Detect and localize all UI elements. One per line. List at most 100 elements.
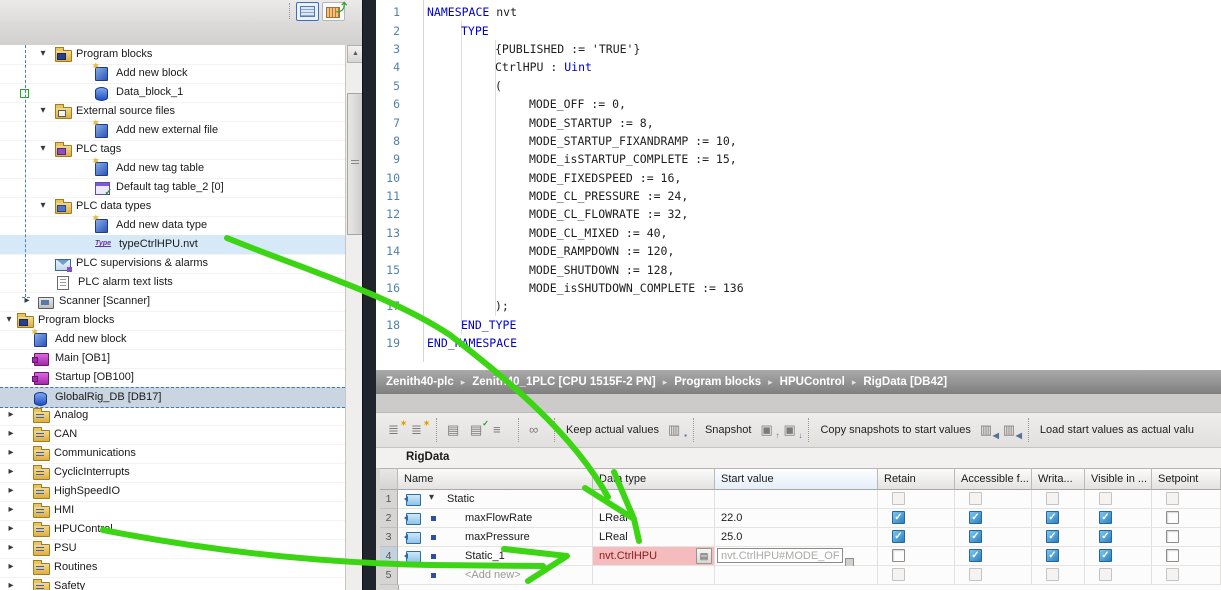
- copy-snapshot-down-icon[interactable]: ▣↓: [781, 422, 800, 438]
- keep-actual-values-lock-icon[interactable]: ▥▪: [666, 422, 685, 438]
- insert-row-icon[interactable]: ≣✶: [386, 422, 405, 438]
- copy-all-snapshots-to-start-icon[interactable]: ▥◀: [1001, 422, 1020, 438]
- accessible-checkbox[interactable]: ✓: [969, 549, 982, 562]
- name-cell[interactable]: Static_1: [398, 547, 593, 566]
- retain-checkbox[interactable]: [892, 549, 905, 562]
- expand-arrow-icon[interactable]: ▸: [6, 523, 16, 534]
- collapse-arrow-icon[interactable]: ▾: [38, 48, 48, 59]
- add-row-icon[interactable]: ≣✶: [409, 422, 428, 438]
- tree-item-default-tag-table-2-0[interactable]: Default tag table_2 [0]: [0, 178, 345, 198]
- expand-arrow-icon[interactable]: ▸: [6, 561, 16, 572]
- tree-item-data-block-1[interactable]: Data_block_1: [0, 83, 345, 103]
- tree-item-main-ob1[interactable]: Main [OB1]: [0, 349, 345, 369]
- column-header-blank[interactable]: [380, 468, 398, 490]
- tree-item-program-blocks[interactable]: ▾Program blocks: [0, 311, 345, 331]
- expand-arrow-icon[interactable]: ▸: [6, 580, 16, 590]
- collapse-arrow-icon[interactable]: ▾: [38, 105, 48, 116]
- keep-actual-value-icon[interactable]: ▤: [445, 422, 464, 438]
- accessible-checkbox[interactable]: ✓: [969, 530, 982, 543]
- start-value-cell[interactable]: [715, 547, 878, 566]
- column-header-visible-in[interactable]: Visible in ...: [1085, 468, 1152, 490]
- expand-arrow-icon[interactable]: ▸: [6, 428, 16, 439]
- tree-item-plc-alarm-text-lists[interactable]: PLC alarm text lists: [0, 273, 345, 293]
- code-line-10[interactable]: 10MODE_FIXEDSPEED := 16,: [376, 169, 1221, 187]
- code-line-13[interactable]: 13MODE_CL_MIXED := 40,: [376, 224, 1221, 242]
- start-value-cell[interactable]: [715, 566, 878, 585]
- column-header-start-value[interactable]: Start value: [715, 468, 878, 490]
- monitor-all-icon[interactable]: ∞: [527, 422, 546, 438]
- name-cell[interactable]: <Add new>: [398, 566, 593, 585]
- setpoint-checkbox[interactable]: [1166, 511, 1179, 524]
- code-line-14[interactable]: 14MODE_RAMPDOWN := 120,: [376, 242, 1221, 260]
- row-number[interactable]: 4: [380, 547, 398, 566]
- expand-arrow-icon[interactable]: ▸: [6, 447, 16, 458]
- tree-item-external-source-files[interactable]: ▾External source files: [0, 102, 345, 122]
- setpoint-checkbox[interactable]: [1166, 549, 1179, 562]
- tree-item-startup-ob100[interactable]: Startup [OB100]: [0, 368, 345, 388]
- code-line-7[interactable]: 7MODE_STARTUP := 8,: [376, 113, 1221, 131]
- name-cell[interactable]: maxPressure: [398, 528, 593, 547]
- column-header-accessible-f[interactable]: Accessible f...: [955, 468, 1032, 490]
- column-header-setpoint[interactable]: Setpoint: [1152, 468, 1221, 490]
- tree-item-cyclicinterrupts[interactable]: ▸CyclicInterrupts: [0, 463, 345, 483]
- code-line-5[interactable]: 5(: [376, 77, 1221, 95]
- tree-item-add-new-external-file[interactable]: Add new external file: [0, 121, 345, 141]
- scl-source-editor[interactable]: 1NAMESPACE nvt2TYPE3{PUBLISHED := 'TRUE'…: [376, 0, 1221, 370]
- expand-arrow-icon[interactable]: ▸: [6, 409, 16, 420]
- code-line-6[interactable]: 6MODE_OFF := 0,: [376, 95, 1221, 113]
- code-line-12[interactable]: 12MODE_CL_FLOWRATE := 32,: [376, 205, 1221, 223]
- visible-checkbox[interactable]: ✓: [1099, 530, 1112, 543]
- visible-checkbox[interactable]: ✓: [1099, 549, 1112, 562]
- writable-checkbox[interactable]: ✓: [1046, 530, 1059, 543]
- start-value-cell[interactable]: 22.0: [715, 509, 878, 528]
- retain-checkbox[interactable]: ✓: [892, 511, 905, 524]
- code-line-16[interactable]: 16MODE_isSHUTDOWN_COMPLETE := 136: [376, 279, 1221, 297]
- tree-item-add-new-tag-table[interactable]: Add new tag table: [0, 159, 345, 179]
- breadcrumb-item-rigdata-db42[interactable]: RigData [DB42]: [863, 376, 947, 388]
- tree-item-can[interactable]: ▸CAN: [0, 425, 345, 445]
- code-line-15[interactable]: 15MODE_SHUTDOWN := 128,: [376, 260, 1221, 278]
- copy-snapshot-to-start-icon[interactable]: ▥◀: [978, 422, 997, 438]
- start-value-input[interactable]: [717, 548, 843, 563]
- tree-item-hmi[interactable]: ▸HMI: [0, 501, 345, 521]
- tree-item-plc-tags[interactable]: ▾PLC tags: [0, 140, 345, 160]
- code-line-17[interactable]: 17);: [376, 297, 1221, 315]
- breadcrumb-item-zenith40-1plc-cpu-1515f-2-pn[interactable]: Zenith40_1PLC [CPU 1515F-2 PN]: [472, 376, 655, 388]
- tree-item-analog[interactable]: ▸Analog: [0, 406, 345, 426]
- data-type-cell[interactable]: [593, 490, 715, 509]
- code-line-3[interactable]: 3{PUBLISHED := 'TRUE'}: [376, 40, 1221, 58]
- code-line-18[interactable]: 18END_TYPE: [376, 316, 1221, 334]
- open-editor-icon[interactable]: ⤴: [322, 2, 345, 21]
- tree-item-hpucontrol[interactable]: ▸HPUControl: [0, 520, 345, 540]
- tree-item-highspeedio[interactable]: ▸HighSpeedIO: [0, 482, 345, 502]
- column-header-data-type[interactable]: Data type: [593, 468, 715, 490]
- tree-item-add-new-block[interactable]: Add new block: [0, 330, 345, 350]
- code-line-8[interactable]: 8MODE_STARTUP_FIXANDRAMP := 10,: [376, 132, 1221, 150]
- tree-item-safety[interactable]: ▸Safety: [0, 577, 345, 590]
- column-header-name[interactable]: Name: [398, 468, 593, 490]
- data-type-cell[interactable]: LReal: [593, 528, 715, 547]
- tree-item-typectrlhpu-nvt[interactable]: TypetypeCtrlHPU.nvt: [0, 235, 345, 255]
- tree-item-routines[interactable]: ▸Routines: [0, 558, 345, 578]
- copy-snapshot-up-icon[interactable]: ▣↑: [758, 422, 777, 438]
- expand-arrow-icon[interactable]: ▸: [6, 542, 16, 553]
- data-type-cell[interactable]: [593, 566, 715, 585]
- collapse-arrow-icon[interactable]: ▾: [38, 143, 48, 154]
- accessible-checkbox[interactable]: ✓: [969, 511, 982, 524]
- tree-item-globalrig-db-db17[interactable]: GlobalRig_DB [DB17]: [0, 387, 345, 408]
- code-line-1[interactable]: 1NAMESPACE nvt: [376, 3, 1221, 21]
- collapse-arrow-icon[interactable]: ▾: [4, 314, 14, 325]
- tree-item-program-blocks[interactable]: ▾Program blocks: [0, 45, 345, 65]
- data-type-cell[interactable]: LReal: [593, 509, 715, 528]
- row-number[interactable]: 5: [380, 566, 398, 585]
- code-line-4[interactable]: 4CtrlHPU : Uint: [376, 58, 1221, 76]
- code-line-11[interactable]: 11MODE_CL_PRESSURE := 24,: [376, 187, 1221, 205]
- collapse-arrow-icon[interactable]: ▾: [38, 200, 48, 211]
- tree-scrollbar[interactable]: ▲: [345, 45, 363, 590]
- name-cell[interactable]: ▾Static: [398, 490, 593, 509]
- visible-checkbox[interactable]: ✓: [1099, 511, 1112, 524]
- tree-item-plc-supervisions-alarms[interactable]: PLC supervisions & alarms: [0, 254, 345, 274]
- reset-start-values-icon[interactable]: ▤✓: [468, 422, 487, 438]
- row-number[interactable]: 3: [380, 528, 398, 547]
- tree-item-add-new-block[interactable]: Add new block: [0, 64, 345, 84]
